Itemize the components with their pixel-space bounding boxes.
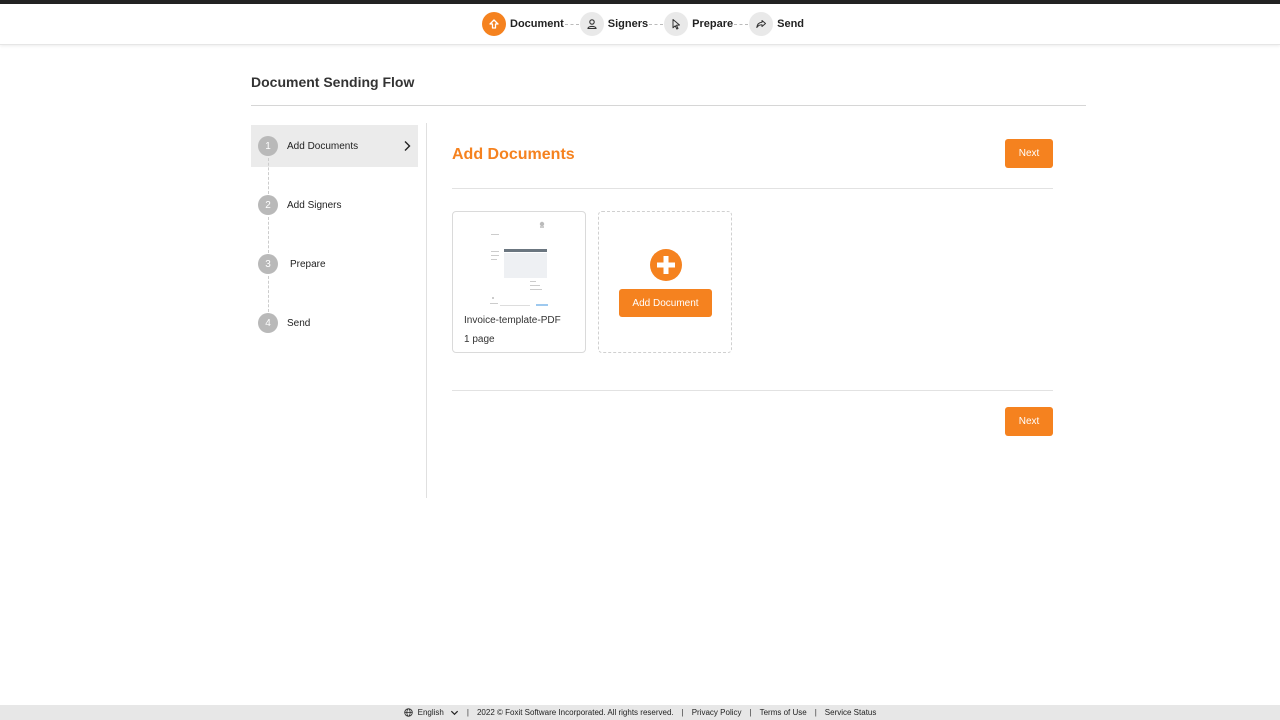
upload-arrow-icon [482,12,506,36]
progress-stepper: Document Signers Prepare Send [482,12,804,36]
page-title: Document Sending Flow [251,74,415,90]
side-nav-item-prepare[interactable]: 3 Prepare [251,243,418,285]
section-heading: Add Documents [452,146,575,163]
side-nav-item-add-signers[interactable]: 2 Add Signers [251,184,418,226]
footer-separator: | [466,708,469,717]
side-nav-item-send[interactable]: 4 Send [251,302,418,344]
chevron-down-icon [450,710,458,715]
cursor-pointer-icon [664,12,689,36]
stepper-step-signers[interactable]: Signers [579,12,649,36]
next-button-bottom[interactable]: Next [1005,407,1053,436]
section-divider-bottom [452,390,1053,391]
stepper-label-prepare: Prepare [692,18,734,30]
stepper-step-send[interactable]: Send [749,12,804,36]
stepper-label-document: Document [510,18,564,30]
privacy-policy-link[interactable]: Privacy Policy [692,708,742,717]
stepper-label-signers: Signers [607,18,649,30]
plus-circle-icon[interactable] [650,249,682,281]
stepper-connector [734,23,749,25]
person-icon [579,12,604,36]
footer: English | 2022 © Foxit Software Incorpor… [0,705,1280,720]
side-nav-item-add-documents[interactable]: 1 Add Documents [251,125,418,167]
add-document-button[interactable]: Add Document [619,289,712,317]
step-number-badge: 4 [258,313,278,333]
globe-icon [403,708,413,717]
service-status-link[interactable]: Service Status [825,708,877,717]
document-thumbnail [486,219,552,309]
footer-separator: | [749,708,752,717]
section-divider-top [452,188,1053,189]
stepper-label-send: Send [777,18,805,30]
footer-copyright: 2022 © Foxit Software Incorporated. All … [476,708,674,717]
step-number-badge: 1 [258,136,278,156]
document-card[interactable]: Invoice-template-PDF 1 page [452,211,586,353]
language-selector[interactable]: English [403,708,459,717]
stepper-connector [649,23,664,25]
vertical-divider [426,123,427,498]
progress-stepper-bar: Document Signers Prepare Send [0,4,1280,45]
stepper-step-document[interactable]: Document [482,12,564,36]
chevron-right-icon [404,141,411,151]
side-nav-label: Add Signers [287,199,342,211]
title-divider [251,105,1086,106]
stepper-connector [564,23,579,25]
next-button-top[interactable]: Next [1005,139,1053,168]
side-nav-label: Add Documents [287,140,359,152]
document-page-count: 1 page [464,334,495,345]
terms-of-use-link[interactable]: Terms of Use [760,708,807,717]
language-label: English [417,708,444,717]
footer-separator: | [814,708,817,717]
side-nav-label: Prepare [290,258,326,270]
side-nav-label: Send [287,317,311,329]
document-name: Invoice-template-PDF [464,315,561,326]
add-document-card[interactable]: Add Document [598,211,732,353]
step-number-badge: 2 [258,195,278,215]
step-number-badge: 3 [258,254,278,274]
share-arrow-icon [749,12,774,36]
stepper-step-prepare[interactable]: Prepare [664,12,733,36]
footer-separator: | [681,708,684,717]
